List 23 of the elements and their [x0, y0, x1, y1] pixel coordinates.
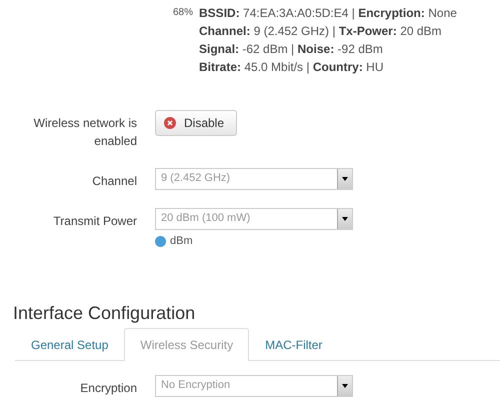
status-line: BSSID: 74:EA:3A:A0:5D:E4 | Encryption: None: [199, 5, 457, 22]
caret-icon: [342, 217, 348, 221]
status-line: Signal: -62 dBm | Noise: -92 dBm: [199, 41, 384, 58]
help-icon: [155, 236, 166, 246]
status-line: Bitrate: 45.0 Mbit/s | Country: HU: [199, 59, 385, 76]
caret-icon: [342, 384, 348, 388]
stop-icon: [164, 117, 176, 129]
disable-button[interactable]: Disable: [155, 110, 238, 136]
field-label: Encryption: [79, 380, 137, 397]
tab[interactable]: MAC-Filter: [249, 328, 338, 361]
dropdown[interactable]: No Encryption: [155, 375, 353, 397]
tab[interactable]: Wireless Security: [124, 328, 250, 361]
hint-text: dBm: [170, 235, 193, 247]
field-label: Transmit Power: [52, 213, 137, 230]
dropdown[interactable]: 20 dBm (100 mW): [155, 208, 353, 230]
section-title: Interface Configuration: [13, 303, 196, 324]
caret-icon: [342, 177, 348, 181]
field-label: Wireless network is enabled: [32, 115, 137, 150]
field-label: Channel: [91, 173, 137, 190]
signal-percent: 68%: [173, 6, 194, 20]
status-line: Channel: 9 (2.452 GHz) | Tx-Power: 20 dBm: [199, 23, 443, 40]
dropdown[interactable]: 9 (2.452 GHz): [155, 168, 353, 190]
tab[interactable]: General Setup: [15, 328, 124, 361]
